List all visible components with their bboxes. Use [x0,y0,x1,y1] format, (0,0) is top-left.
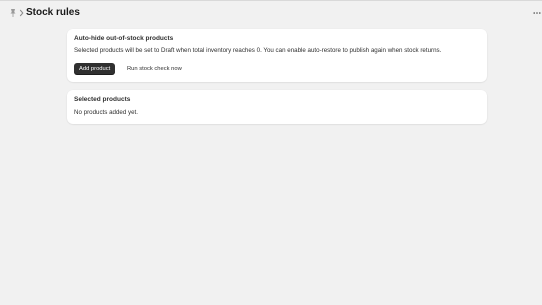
page-header: Stock rules [0,0,542,26]
empty-state-text: No products added yet. [74,109,138,116]
page-title: Stock rules [26,7,80,18]
pin-icon [10,9,16,17]
auto-hide-description: Selected products will be set to Draft w… [74,47,442,54]
selected-products-title: Selected products [74,96,131,103]
auto-hide-card: Auto-hide out-of-stock products Selected… [67,29,487,82]
chevron-right-icon[interactable] [19,9,24,17]
auto-hide-title: Auto-hide out-of-stock products [74,35,174,42]
run-stock-check-button[interactable]: Run stock check now [127,63,182,75]
add-product-button[interactable]: Add product [74,63,116,75]
ellipsis-icon[interactable] [533,9,541,17]
selected-products-card: Selected products No products added yet. [67,90,487,124]
